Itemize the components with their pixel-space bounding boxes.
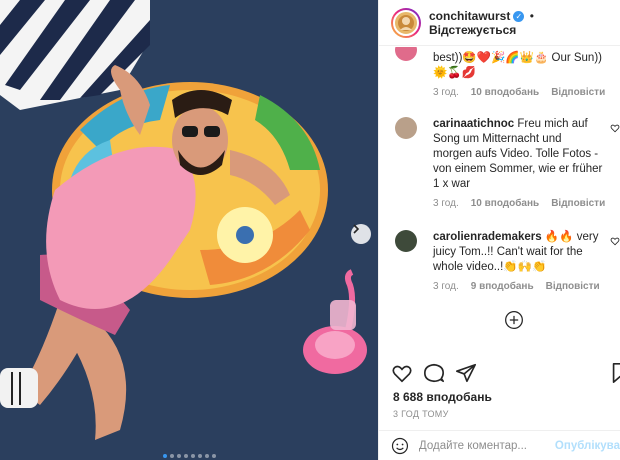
commenter-avatar[interactable] bbox=[395, 117, 417, 139]
comment-text: best))🤩❤️🎉🌈👑🎂 Our Sun))🌞🍒💋 bbox=[433, 52, 602, 79]
chevron-right-icon bbox=[353, 224, 360, 234]
heart-icon[interactable] bbox=[610, 236, 620, 246]
commenter-avatar[interactable] bbox=[395, 230, 417, 252]
smiley-icon[interactable] bbox=[391, 435, 409, 457]
likes-count[interactable]: 8 688 вподобань bbox=[393, 390, 492, 404]
following-button[interactable]: Відстежується bbox=[429, 23, 516, 37]
reply-button[interactable]: Відповісти bbox=[551, 198, 605, 209]
avatar-image bbox=[398, 14, 414, 31]
comment-bubble-icon[interactable] bbox=[423, 362, 445, 384]
comment-meta: 3 год. 10 вподобань Відповісти bbox=[433, 87, 605, 98]
author-avatar[interactable] bbox=[391, 7, 421, 38]
carousel-dot bbox=[162, 454, 167, 458]
post-timestamp: 3 ГОД ТОМУ bbox=[393, 409, 449, 419]
plus-circle-icon[interactable] bbox=[504, 310, 524, 330]
author-username[interactable]: conchitawurst bbox=[429, 9, 510, 23]
post-sidebar: conchitawurst ✓ • Відстежується best))🤩❤️… bbox=[378, 0, 620, 460]
publish-button[interactable]: Опублікува bbox=[555, 440, 620, 452]
comment-likes[interactable]: 10 вподобань bbox=[471, 198, 539, 209]
comment-likes[interactable]: 10 вподобань bbox=[471, 87, 539, 98]
post-actions bbox=[379, 362, 620, 386]
carousel-dot bbox=[176, 454, 181, 458]
heart-icon[interactable] bbox=[391, 362, 413, 384]
paper-plane-icon[interactable] bbox=[455, 362, 477, 384]
comments-list[interactable]: best))🤩❤️🎉🌈👑🎂 Our Sun))🌞🍒💋 3 год. 10 впо… bbox=[379, 47, 620, 352]
comment-time[interactable]: 3 год. bbox=[433, 87, 459, 98]
commenter-avatar[interactable] bbox=[395, 47, 417, 61]
comment-input[interactable] bbox=[418, 439, 549, 452]
post-photo[interactable] bbox=[0, 0, 378, 460]
bookmark-icon[interactable] bbox=[609, 362, 620, 384]
post-header: conchitawurst ✓ • Відстежується bbox=[379, 0, 620, 46]
comment-meta: 3 год. 10 вподобань Відповісти bbox=[433, 198, 605, 209]
comment-meta: 3 год. 9 вподобань Відповісти bbox=[433, 281, 600, 292]
carousel-indicator bbox=[0, 454, 378, 460]
comment-time[interactable]: 3 год. bbox=[433, 281, 459, 292]
reply-button[interactable]: Відповісти bbox=[546, 281, 600, 292]
next-slide-button[interactable] bbox=[351, 224, 371, 244]
photo-illustration bbox=[0, 0, 378, 460]
add-comment-bar: Опублікува bbox=[379, 430, 620, 460]
comment-time[interactable]: 3 год. bbox=[433, 198, 459, 209]
carousel-dot bbox=[204, 454, 209, 458]
carousel-dot bbox=[169, 454, 174, 458]
carousel-dot bbox=[190, 454, 195, 458]
header-separator: • bbox=[529, 8, 534, 23]
heart-icon[interactable] bbox=[610, 123, 620, 133]
comment-username[interactable]: carinaatichnoc bbox=[433, 118, 514, 130]
carousel-dot bbox=[197, 454, 202, 458]
carousel-dot bbox=[211, 454, 216, 458]
comment-username[interactable]: carolienrademakers bbox=[433, 231, 542, 243]
carousel-dot bbox=[183, 454, 188, 458]
comment-likes[interactable]: 9 вподобань bbox=[471, 281, 534, 292]
reply-button[interactable]: Відповісти bbox=[551, 87, 605, 98]
verified-badge-icon: ✓ bbox=[513, 10, 525, 22]
